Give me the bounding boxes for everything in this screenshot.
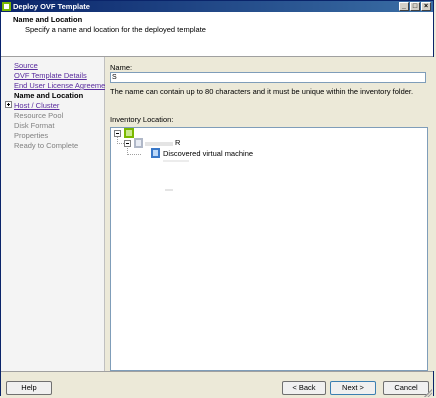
cancel-button[interactable]: Cancel (383, 381, 429, 395)
name-input[interactable] (110, 72, 426, 83)
inventory-tree[interactable]: R Discovered virtual machine (110, 127, 428, 371)
collapse-icon[interactable] (124, 140, 131, 147)
datacenter-name[interactable]: R (175, 138, 180, 147)
wizard-steps-sidebar: Source OVF Template Details End User Lic… (1, 57, 112, 371)
redacted-text (165, 189, 173, 191)
help-button[interactable]: Help (6, 381, 52, 395)
next-button[interactable]: Next > (330, 381, 376, 395)
back-button[interactable]: < Back (282, 381, 326, 395)
window-title: Deploy OVF Template (13, 2, 90, 11)
collapse-icon[interactable] (114, 130, 121, 137)
redacted-name (145, 142, 173, 146)
page-title: Name and Location (13, 15, 83, 24)
step-host-cluster[interactable]: Host / Cluster (14, 101, 59, 110)
step-name-and-location: Name and Location (14, 91, 84, 100)
tree-connector (117, 137, 124, 144)
expand-icon[interactable] (5, 101, 12, 108)
minimize-button[interactable]: _ (399, 2, 409, 11)
step-disk-format: Disk Format (14, 121, 55, 130)
datacenter-icon (134, 138, 143, 148)
step-properties: Properties (14, 131, 49, 140)
inventory-location-label: Inventory Location: (110, 115, 174, 124)
step-ovf-template-details[interactable]: OVF Template Details (14, 71, 87, 80)
folder-label[interactable]: Discovered virtual machine (163, 149, 253, 158)
main-panel: Name: The name can contain up to 80 char… (105, 57, 435, 371)
step-ready-to-complete: Ready to Complete (14, 141, 79, 150)
tree-connector (127, 148, 141, 155)
vcenter-icon (124, 128, 134, 138)
title-bar[interactable]: Deploy OVF Template _ □ × (1, 1, 433, 12)
wizard-footer: Help < Back Next > Cancel (1, 371, 433, 398)
page-subtitle: Specify a name and location for the depl… (25, 25, 206, 34)
resize-grip[interactable] (424, 389, 432, 397)
vm-folder-icon (151, 148, 160, 158)
maximize-button[interactable]: □ (410, 2, 420, 11)
name-hint: The name can contain up to 80 characters… (110, 87, 414, 96)
name-label: Name: (110, 63, 133, 72)
close-button[interactable]: × (421, 2, 431, 11)
step-resource-pool: Resource Pool (14, 111, 64, 120)
deploy-ovf-window: Deploy OVF Template _ □ × Name and Locat… (0, 0, 435, 398)
step-eula[interactable]: End User License Agreement (14, 81, 112, 90)
step-source[interactable]: Source (14, 61, 38, 70)
redacted-text (163, 160, 189, 162)
wizard-header: Name and Location Specify a name and loc… (1, 12, 433, 57)
vsphere-icon (2, 2, 11, 11)
